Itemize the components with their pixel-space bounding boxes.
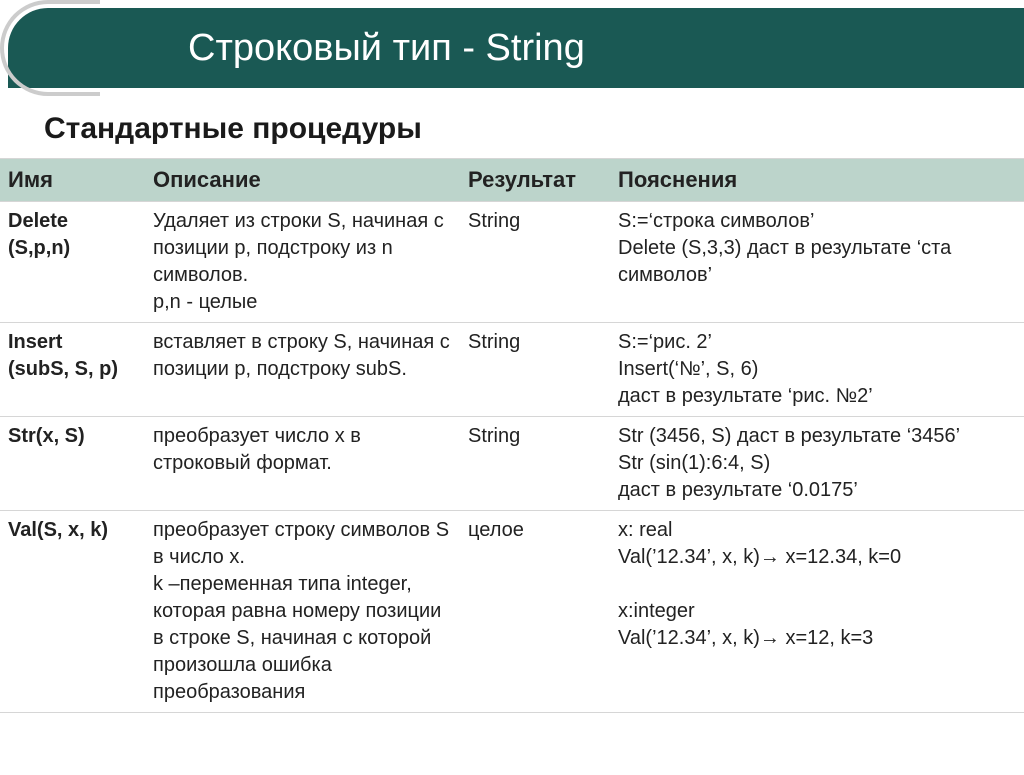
explain-line: Delete (S,3,3) даст в результате ‘ста си…	[618, 235, 1016, 289]
name-line: Delete	[8, 208, 137, 235]
explain-line: Insert(‘№’, S, 6)	[618, 356, 1016, 383]
cell-desc: вставляет в строку S, начиная с позиции …	[145, 322, 460, 416]
explain-line: S:=‘строка символов’	[618, 208, 1016, 235]
cell-result: String	[460, 322, 610, 416]
header-result: Результат	[460, 159, 610, 202]
cell-explain: S:=‘строка символов’Delete (S,3,3) даст …	[610, 201, 1024, 322]
cell-result: String	[460, 201, 610, 322]
page-title: Строковый тип - String	[188, 27, 585, 70]
cell-desc: Удаляет из строки S, начиная с позиции p…	[145, 201, 460, 322]
desc-line: вставляет в строку S, начиная с позиции …	[153, 329, 452, 383]
explain-line: Val(’12.34’, x, k)→ x=12, k=3	[618, 625, 1016, 652]
header-name: Имя	[0, 159, 145, 202]
explain-line: x: real	[618, 517, 1016, 544]
page-subtitle: Стандартные процедуры	[44, 112, 1024, 146]
table-header-row: Имя Описание Результат Пояснения	[0, 159, 1024, 202]
cell-result: String	[460, 416, 610, 510]
slide-header: Строковый тип - String	[8, 8, 1024, 88]
desc-line: Удаляет из строки S, начиная с позиции p…	[153, 208, 452, 289]
explain-line	[618, 571, 1016, 598]
explain-line: даст в результате ‘0.0175’	[618, 477, 1016, 504]
name-line: Str(x, S)	[8, 423, 137, 450]
header-desc: Описание	[145, 159, 460, 202]
cell-explain: S:=‘рис. 2’Insert(‘№’, S, 6)даст в резул…	[610, 322, 1024, 416]
name-line: (subS, S, p)	[8, 356, 137, 383]
desc-line: преобразует число x в строковый формат.	[153, 423, 452, 477]
cell-result: целое	[460, 510, 610, 712]
cell-explain: x: realVal(’12.34’, x, k)→ x=12.34, k=0 …	[610, 510, 1024, 712]
header-ornament	[0, 0, 100, 96]
name-line: (S,p,n)	[8, 235, 137, 262]
table-row: Insert(subS, S, p)вставляет в строку S, …	[0, 322, 1024, 416]
explain-line: S:=‘рис. 2’	[618, 329, 1016, 356]
name-line: Val(S, x, k)	[8, 517, 137, 544]
table-row: Val(S, x, k) преобразует строку символов …	[0, 510, 1024, 712]
header-explain: Пояснения	[610, 159, 1024, 202]
procedures-table: Имя Описание Результат Пояснения Delete(…	[0, 158, 1024, 713]
desc-line: k –переменная типа integer, которая равн…	[153, 571, 452, 706]
cell-name: Val(S, x, k)	[0, 510, 145, 712]
table-row: Delete(S,p,n)Удаляет из строки S, начина…	[0, 201, 1024, 322]
explain-line: x:integer	[618, 598, 1016, 625]
name-line: Insert	[8, 329, 137, 356]
explain-line: Str (3456, S) даст в результате ‘3456’	[618, 423, 1016, 450]
desc-line: p,n - целые	[153, 289, 452, 316]
explain-line: Str (sin(1):6:4, S)	[618, 450, 1016, 477]
cell-name: Delete(S,p,n)	[0, 201, 145, 322]
table-row: Str(x, S) преобразует число x в строковый…	[0, 416, 1024, 510]
cell-desc: преобразует число x в строковый формат.	[145, 416, 460, 510]
desc-line: преобразует строку символов S в число x.	[153, 517, 452, 571]
cell-name: Str(x, S)	[0, 416, 145, 510]
explain-line: Val(’12.34’, x, k)→ x=12.34, k=0	[618, 544, 1016, 571]
cell-explain: Str (3456, S) даст в результате ‘3456’St…	[610, 416, 1024, 510]
cell-name: Insert(subS, S, p)	[0, 322, 145, 416]
cell-desc: преобразует строку символов S в число x.…	[145, 510, 460, 712]
explain-line: даст в результате ‘рис. №2’	[618, 383, 1016, 410]
